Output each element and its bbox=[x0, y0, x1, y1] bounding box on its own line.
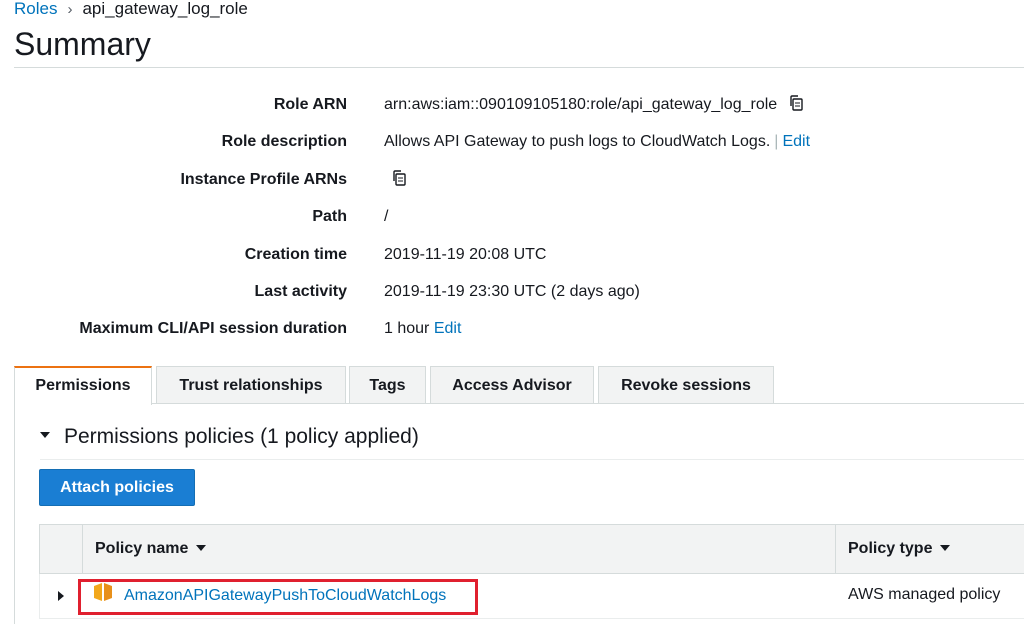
aws-managed-policy-icon bbox=[94, 583, 112, 601]
edit-description-link[interactable]: Edit bbox=[782, 133, 810, 150]
expander-column-header bbox=[40, 525, 83, 573]
copy-icon[interactable] bbox=[787, 94, 805, 112]
table-row: AmazonAPIGatewayPushToCloudWatchLogs AWS… bbox=[39, 574, 1024, 619]
path-value: / bbox=[384, 208, 389, 225]
policy-type-value: AWS managed policy bbox=[848, 586, 1001, 603]
creation-time-value: 2019-11-19 20:08 UTC bbox=[384, 246, 547, 263]
summary-key: Path bbox=[312, 208, 347, 225]
summary-key: Instance Profile ARNs bbox=[180, 171, 347, 188]
edit-session-duration-link[interactable]: Edit bbox=[434, 320, 462, 337]
caret-down-icon bbox=[40, 432, 50, 439]
section-divider bbox=[40, 459, 1024, 460]
column-header-policy-name[interactable]: Policy name bbox=[95, 525, 207, 573]
breadcrumb: Roles › api_gateway_log_role bbox=[14, 0, 248, 19]
tab-tags[interactable]: Tags bbox=[349, 366, 426, 403]
tab-trust-relationships[interactable]: Trust relationships bbox=[156, 366, 346, 403]
permissions-policies-header[interactable]: Permissions policies (1 policy applied) bbox=[40, 424, 419, 450]
summary-key: Role ARN bbox=[273, 96, 347, 113]
summary-row-creation-time: Creation time 2019-11-19 20:08 UTC bbox=[0, 244, 1024, 266]
summary-value bbox=[384, 169, 408, 191]
summary-key: Creation time bbox=[244, 246, 347, 263]
column-label: Policy name bbox=[95, 540, 189, 557]
summary-value: Allows API Gateway to push logs to Cloud… bbox=[384, 131, 810, 153]
tabs-divider bbox=[152, 403, 1024, 404]
last-activity-value: 2019-11-19 23:30 UTC (2 days ago) bbox=[384, 283, 640, 300]
summary-row-last-activity: Last activity 2019-11-19 23:30 UTC (2 da… bbox=[0, 281, 1024, 303]
table-header: Policy name Policy type bbox=[39, 524, 1024, 574]
sort-down-icon bbox=[196, 544, 207, 551]
attach-policies-button[interactable]: Attach policies bbox=[39, 469, 195, 506]
permissions-policies-title: Permissions policies (1 policy applied) bbox=[64, 425, 419, 448]
sort-down-icon bbox=[940, 544, 951, 551]
expand-row-icon[interactable] bbox=[58, 591, 64, 601]
role-arn-value: arn:aws:iam::090109105180:role/api_gatew… bbox=[384, 96, 778, 113]
policy-name-link[interactable]: AmazonAPIGatewayPushToCloudWatchLogs bbox=[124, 574, 446, 618]
summary-row-instance-profile-arns: Instance Profile ARNs bbox=[0, 169, 1024, 191]
role-description-value: Allows API Gateway to push logs to Cloud… bbox=[384, 133, 771, 150]
copy-icon[interactable] bbox=[390, 169, 408, 187]
tab-permissions[interactable]: Permissions bbox=[14, 366, 152, 405]
iam-role-summary-page: Roles › api_gateway_log_role Summary Role … bbox=[0, 0, 1024, 624]
policies-table: Policy name Policy type AmazonAPIGateway… bbox=[39, 524, 1024, 624]
column-header-policy-type[interactable]: Policy type bbox=[848, 525, 951, 573]
summary-row-session-duration: Maximum CLI/API session duration 1 hour … bbox=[0, 318, 1024, 340]
summary-key: Last activity bbox=[254, 283, 347, 300]
title-divider bbox=[14, 67, 1024, 68]
summary-value: 1 hour Edit bbox=[384, 318, 461, 340]
summary-row-role-description: Role description Allows API Gateway to p… bbox=[0, 131, 1024, 153]
tab-revoke-sessions[interactable]: Revoke sessions bbox=[598, 366, 774, 403]
breadcrumb-separator: › bbox=[67, 1, 73, 18]
summary-key: Role description bbox=[221, 133, 347, 150]
column-label: Policy type bbox=[848, 540, 933, 557]
summary-row-path: Path / bbox=[0, 206, 1024, 228]
tab-panel-border bbox=[14, 404, 15, 624]
summary-value: arn:aws:iam::090109105180:role/api_gatew… bbox=[384, 94, 805, 116]
summary-key: Maximum CLI/API session duration bbox=[79, 320, 347, 337]
tab-access-advisor[interactable]: Access Advisor bbox=[430, 366, 594, 403]
breadcrumb-roles-link[interactable]: Roles bbox=[14, 0, 57, 18]
breadcrumb-current: api_gateway_log_role bbox=[82, 0, 248, 18]
column-divider bbox=[835, 525, 836, 573]
summary-row-role-arn: Role ARN arn:aws:iam::090109105180:role/… bbox=[0, 94, 1024, 116]
separator-pipe: | bbox=[774, 133, 779, 150]
session-duration-value: 1 hour bbox=[384, 320, 430, 337]
page-title: Summary bbox=[14, 26, 151, 62]
